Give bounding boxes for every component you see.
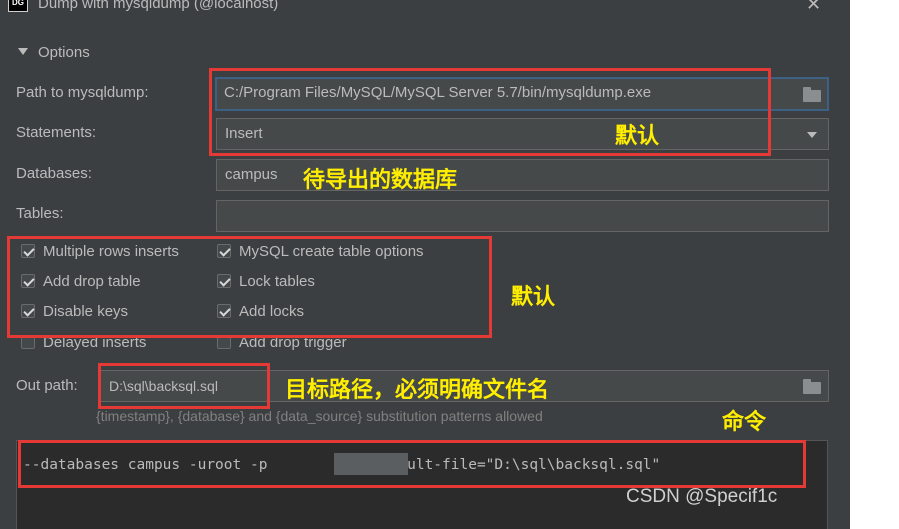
databases-value: campus (225, 166, 278, 183)
annotation-default-1: 默认 (615, 123, 660, 148)
options-section-label: Options (38, 44, 90, 61)
annotation-box-command (18, 440, 806, 488)
out-path-label: Out path: (16, 377, 78, 394)
browse-folder-icon[interactable] (803, 379, 821, 394)
path-label: Path to mysqldump: (16, 84, 149, 101)
annotation-default-2: 默认 (511, 284, 556, 309)
databases-label: Databases: (16, 165, 92, 182)
annotation-database: 待导出的数据库 (303, 167, 458, 192)
collapse-arrow-icon (18, 48, 28, 55)
close-icon[interactable]: ✕ (806, 0, 821, 15)
annotation-command: 命令 (722, 409, 767, 434)
datagrip-logo-icon: DG (8, 0, 28, 12)
chevron-down-icon[interactable] (807, 132, 817, 138)
tables-input[interactable] (216, 200, 829, 232)
annotation-box-path-statements (209, 68, 771, 156)
statements-label: Statements: (16, 124, 97, 141)
options-section-toggle[interactable]: Options (18, 44, 90, 61)
annotation-target-path: 目标路径，必须明确文件名 (285, 377, 550, 402)
title-bar: DG Dump with mysqldump (@localhost) ✕ (0, 0, 850, 36)
substitution-hint: {timestamp}, {database} and {data_source… (96, 408, 543, 424)
tables-label: Tables: (16, 205, 64, 222)
window-title: Dump with mysqldump (@localhost) (38, 0, 279, 12)
browse-folder-icon[interactable] (803, 87, 821, 102)
annotation-box-checkboxes (7, 236, 492, 338)
csdn-watermark: CSDN @Specif1c (626, 486, 778, 507)
annotation-box-out-path (98, 363, 270, 409)
